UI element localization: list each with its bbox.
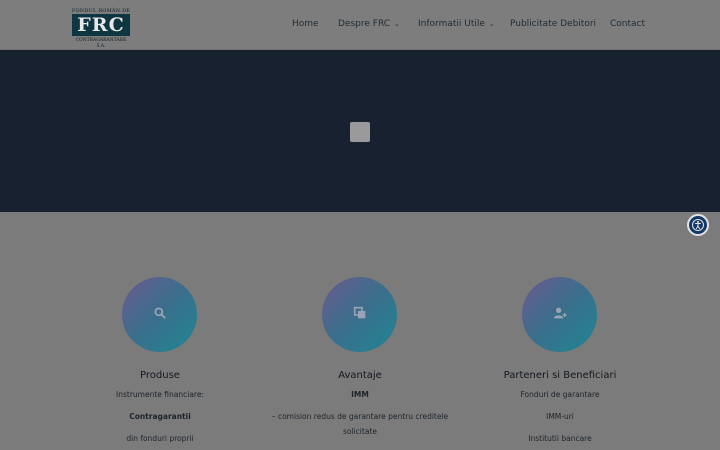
copy-icon bbox=[352, 305, 368, 325]
nav-item-contact[interactable]: Contact bbox=[610, 18, 645, 30]
feature-line: Instrumente financiare: bbox=[116, 390, 204, 399]
feature-circle[interactable] bbox=[122, 277, 197, 352]
feature-title: Avantaje bbox=[338, 370, 382, 381]
nav-item-label: Informatii Utile bbox=[418, 19, 485, 29]
feature-title: Produse bbox=[140, 370, 180, 381]
feature-line: IMM-uri bbox=[546, 412, 574, 421]
main-nav: Home Despre FRC ⌄ Informatii Utile ⌄ Publi… bbox=[0, 0, 720, 50]
image-placeholder-icon bbox=[350, 122, 370, 142]
chevron-down-icon: ⌄ bbox=[488, 20, 495, 28]
feature-line: – comision redus de garantare pentru cre… bbox=[271, 412, 449, 421]
feature-line: Fonduri de garantare bbox=[520, 390, 600, 399]
page: FONDUL ROMÂN DE FRC CONTRAGARANTARE S.A.… bbox=[0, 0, 720, 450]
feature-line: Contragarantii bbox=[129, 412, 191, 421]
nav-item-label: Contact bbox=[610, 19, 646, 29]
nav-item-despre-frc[interactable]: Despre FRC ⌄ bbox=[338, 18, 400, 30]
feature-line: solicitate bbox=[343, 427, 377, 436]
nav-item-label: Home bbox=[292, 19, 319, 29]
nav-item-informatii-utile[interactable]: Informatii Utile ⌄ bbox=[418, 18, 495, 30]
nav-item-home[interactable]: Home bbox=[292, 18, 319, 30]
feature-line: din fonduri proprii bbox=[126, 434, 194, 443]
nav-item-publicitate-debitori[interactable]: Publicitate Debitori bbox=[510, 18, 596, 30]
nav-item-label: Publicitate Debitori bbox=[510, 19, 597, 29]
add-user-icon bbox=[552, 305, 568, 325]
feature-line: IMM bbox=[351, 390, 369, 399]
feature-circle[interactable] bbox=[522, 277, 597, 352]
feature-line: Institutii bancare bbox=[528, 434, 592, 443]
nav-item-label: Despre FRC bbox=[338, 19, 391, 29]
search-icon bbox=[153, 305, 167, 324]
feature-circle[interactable] bbox=[322, 277, 397, 352]
feature-title: Parteneri si Beneficiari bbox=[503, 370, 617, 381]
accessibility-icon[interactable] bbox=[687, 214, 709, 236]
chevron-down-icon: ⌄ bbox=[394, 20, 400, 28]
hero-banner bbox=[0, 50, 720, 212]
site-header: FONDUL ROMÂN DE FRC CONTRAGARANTARE S.A.… bbox=[0, 0, 720, 50]
